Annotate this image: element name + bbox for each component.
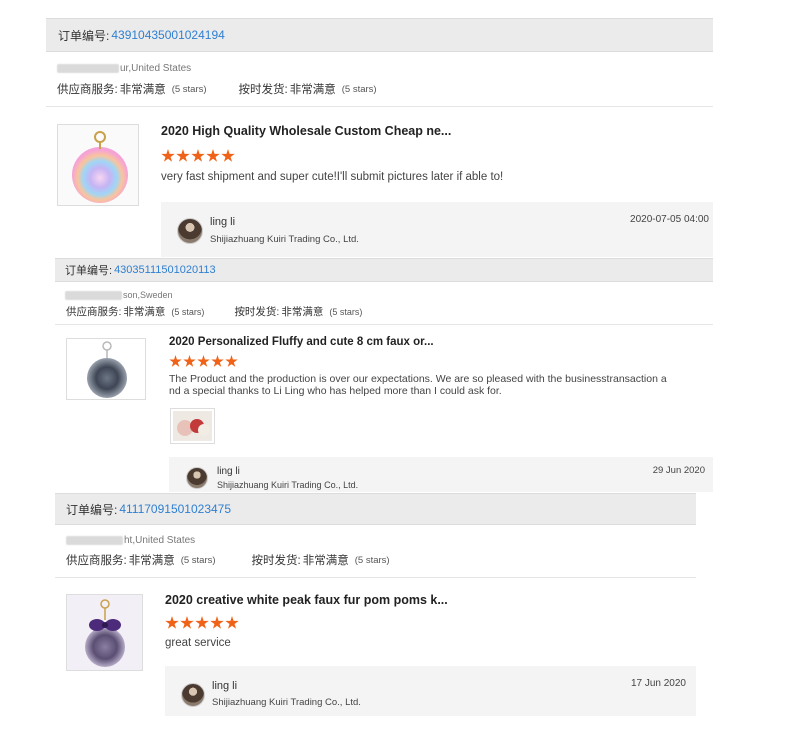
star-icon	[169, 355, 182, 367]
supplier-service-label: 供应商服务:	[57, 84, 118, 96]
shipping-label: 按时发货:	[238, 84, 288, 96]
seller-reply: ling li Shijiazhuang Kuiri Trading Co., …	[165, 666, 696, 716]
order-label: 订单编号:	[66, 502, 118, 517]
reply-company: Shijiazhuang Kuiri Trading Co., Ltd.	[210, 234, 359, 245]
shipping-value: 非常满意	[289, 84, 336, 96]
review-text-line: nd a special thanks to Li Ling who has h…	[169, 385, 502, 397]
shipping-value: 非常满意	[302, 555, 349, 567]
reply-date: 29 Jun 2020	[652, 465, 705, 476]
reply-company: Shijiazhuang Kuiri Trading Co., Ltd.	[217, 480, 359, 490]
seller-reply: ling li Shijiazhuang Kuiri Trading Co., …	[169, 457, 713, 492]
buyer-info: ur,United States	[57, 63, 191, 74]
buyer-location: son,Sweden	[123, 290, 173, 300]
shipping-stars: (5 stars)	[341, 83, 377, 95]
buyer-info: son,Sweden	[65, 290, 173, 300]
supplier-service-label: 供应商服务:	[66, 306, 122, 318]
avatar	[186, 467, 208, 489]
supplier-service-label: 供应商服务:	[66, 555, 127, 567]
star-icon	[225, 355, 238, 367]
reply-name: ling li	[212, 680, 238, 692]
order-header-2: 订单编号: 43035111501020113	[55, 258, 713, 282]
star-rating	[169, 355, 238, 368]
star-icon	[176, 149, 190, 162]
divider	[55, 324, 713, 325]
reply-name: ling li	[217, 466, 240, 477]
star-rating	[165, 616, 239, 630]
review-text: The Product and the production is over o…	[169, 373, 667, 397]
star-icon	[197, 355, 210, 367]
star-icon	[180, 616, 194, 629]
star-icon	[210, 616, 224, 629]
supplier-service-stars: (5 stars)	[171, 83, 207, 95]
star-icon	[191, 149, 205, 162]
order-number-link[interactable]: 41117091501023475	[119, 502, 231, 516]
buyer-location: ur,United States	[120, 63, 192, 74]
star-rating	[161, 149, 235, 163]
divider	[55, 577, 696, 578]
supplier-service-value: 非常满意	[123, 306, 166, 318]
star-icon	[195, 616, 209, 629]
review-text: great service	[165, 637, 231, 649]
supplier-service-stars: (5 stars)	[180, 554, 216, 566]
masked-buyer-name	[57, 64, 119, 73]
review-text: very fast shipment and super cute!I'll s…	[161, 171, 504, 183]
order-label: 订单编号:	[58, 28, 110, 43]
reply-name: ling li	[210, 216, 236, 228]
supplier-service-value: 非常满意	[119, 84, 166, 96]
seller-ratings: 供应商服务: 非常满意 (5 stars) 按时发货: 非常满意 (5 star…	[57, 81, 377, 97]
reply-company: Shijiazhuang Kuiri Trading Co., Ltd.	[212, 697, 361, 708]
product-title-link[interactable]: 2020 creative white peak faux fur pom po…	[165, 593, 448, 607]
star-icon	[183, 355, 196, 367]
masked-buyer-name	[66, 536, 123, 545]
avatar	[181, 683, 205, 707]
reply-date: 17 Jun 2020	[630, 678, 686, 689]
divider	[46, 106, 713, 107]
seller-reply: ling li Shijiazhuang Kuiri Trading Co., …	[161, 202, 713, 257]
star-icon	[211, 355, 224, 367]
masked-buyer-name	[65, 290, 122, 300]
product-title-link[interactable]: 2020 High Quality Wholesale Custom Cheap…	[161, 124, 451, 138]
order-number-link[interactable]: 43910435001024194	[111, 28, 224, 42]
star-icon	[206, 149, 220, 162]
shipping-label: 按时发货:	[251, 555, 301, 567]
order-number-link[interactable]: 43035111501020113	[114, 264, 216, 276]
order-label: 订单编号:	[65, 265, 113, 277]
star-icon	[221, 149, 235, 162]
supplier-service-stars: (5 stars)	[171, 306, 205, 317]
product-thumbnail[interactable]	[66, 594, 143, 671]
star-icon	[165, 616, 179, 629]
shipping-label: 按时发货:	[234, 306, 280, 318]
reply-date: 2020-07-05 04:00	[630, 214, 709, 225]
star-icon	[161, 149, 175, 162]
review-text-line: The Product and the production is over o…	[169, 373, 667, 385]
shipping-stars: (5 stars)	[329, 306, 363, 317]
supplier-service-value: 非常满意	[128, 555, 175, 567]
review-photo-thumbnail[interactable]	[170, 408, 215, 444]
shipping-stars: (5 stars)	[354, 554, 390, 566]
product-thumbnail[interactable]	[57, 124, 139, 206]
order-header-3: 订单编号: 41117091501023475	[55, 493, 696, 525]
product-title-link[interactable]: 2020 Personalized Fluffy and cute 8 cm f…	[169, 336, 434, 348]
seller-ratings: 供应商服务: 非常满意 (5 stars) 按时发货: 非常满意 (5 star…	[66, 552, 390, 568]
order-header-1: 订单编号: 43910435001024194	[46, 18, 713, 52]
avatar	[177, 218, 203, 244]
star-icon	[225, 616, 239, 629]
seller-ratings: 供应商服务: 非常满意 (5 stars) 按时发货: 非常满意 (5 star…	[66, 304, 362, 319]
product-thumbnail[interactable]	[66, 338, 146, 400]
buyer-location: ht,United States	[124, 535, 196, 546]
shipping-value: 非常满意	[281, 306, 324, 318]
buyer-info: ht,United States	[66, 535, 195, 546]
